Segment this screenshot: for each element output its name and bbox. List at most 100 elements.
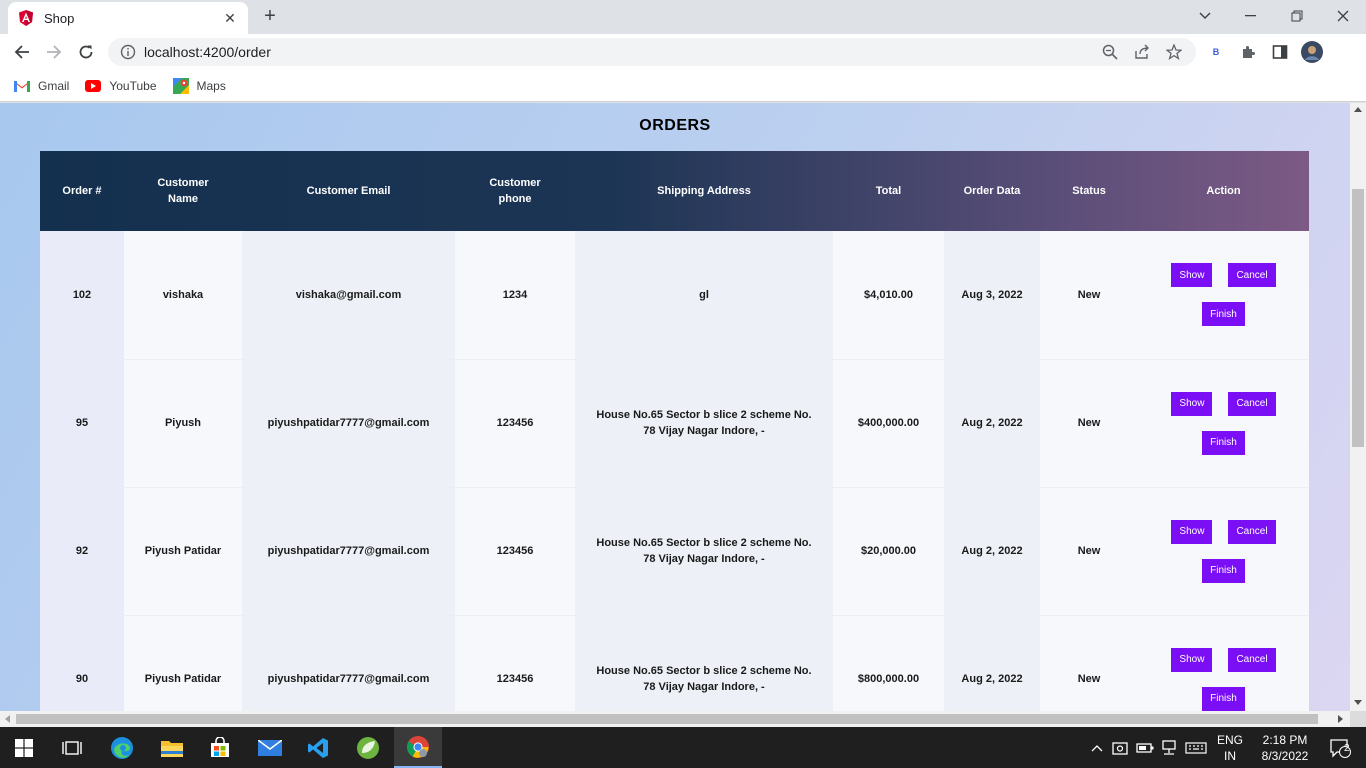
tab-close-icon[interactable]: ✕ [222,10,238,27]
customer-phone: 123456 [455,359,575,488]
site-info-icon[interactable] [120,44,136,60]
network-camera-icon[interactable] [1110,727,1132,768]
show-button[interactable]: Show [1171,391,1213,416]
clock-time: 2:18 PM [1262,732,1308,747]
youtube-icon [85,79,102,92]
customer-phone: 123456 [455,487,575,616]
customer-name: vishaka [124,231,242,360]
customer-email: vishaka@gmail.com [242,231,455,360]
order-status: New [1040,487,1138,616]
angular-icon [19,10,33,26]
order-total: $4,010.00 [833,231,944,360]
wired-network-icon[interactable] [1158,727,1180,768]
order-status: New [1040,615,1138,711]
clock[interactable]: 2:18 PM 8/3/2022 [1252,727,1318,768]
order-date: Aug 3, 2022 [944,231,1040,360]
finish-button[interactable]: Finish [1202,430,1245,455]
show-button[interactable]: Show [1171,647,1213,672]
order-status: New [1040,359,1138,488]
customer-name: Piyush [124,359,242,488]
language-indicator[interactable]: ENG IN [1212,727,1248,768]
vscode-icon[interactable] [294,727,342,768]
column-header: Order # [62,185,102,197]
store-icon[interactable] [196,727,244,768]
bookmark-label: YouTube [109,78,157,93]
window-close-icon[interactable] [1320,0,1366,32]
reload-icon[interactable] [74,40,98,64]
profile-avatar[interactable] [1300,40,1324,64]
url-text: localhost:4200/order [144,44,271,60]
cancel-button[interactable]: Cancel [1228,519,1276,544]
vertical-scroll-thumb[interactable] [1352,189,1364,447]
mail-icon[interactable] [246,727,294,768]
vertical-scrollbar[interactable] [1350,103,1366,711]
tab-search-icon[interactable] [1182,0,1228,32]
customer-email: piyushpatidar7777@gmail.com [242,615,455,711]
maps-icon [172,77,189,94]
extension-b-icon[interactable]: B [1204,40,1228,64]
address-bar[interactable]: localhost:4200/order [108,38,1196,66]
bookmark-maps[interactable]: Maps [172,77,226,94]
task-view-icon[interactable] [48,727,96,768]
battery-icon[interactable] [1134,727,1156,768]
bookmark-youtube[interactable]: YouTube [85,78,157,93]
column-header: Action [1206,185,1241,197]
show-button[interactable]: Show [1171,519,1213,544]
share-icon[interactable] [1134,38,1150,66]
customer-name: Piyush Patidar [124,615,242,711]
shipping-address: gl [575,231,833,360]
order-actions: Show Cancel Finish [1138,487,1309,616]
horizontal-scroll-thumb[interactable] [16,714,1318,724]
order-id: 92 [40,487,124,616]
finish-button[interactable]: Finish [1202,558,1245,583]
bookmark-label: Gmail [38,78,70,93]
scroll-down-icon[interactable] [1354,700,1362,705]
order-date: Aug 2, 2022 [944,615,1040,711]
finish-button[interactable]: Finish [1202,302,1245,327]
order-date: Aug 2, 2022 [944,487,1040,616]
cancel-button[interactable]: Cancel [1228,647,1276,672]
forward-icon[interactable] [42,40,66,64]
orders-table: Order # Customer Name Customer Email Cus… [40,151,1309,711]
side-panel-icon[interactable] [1268,40,1292,64]
shipping-address: House No.65 Sector b slice 2 scheme No. … [575,615,833,711]
shipping-address: House No.65 Sector b slice 2 scheme No. … [575,487,833,616]
cancel-button[interactable]: Cancel [1228,391,1276,416]
finish-button[interactable]: Finish [1202,686,1245,711]
edge-icon[interactable] [98,727,146,768]
keyboard-icon[interactable] [1183,727,1209,768]
customer-email: piyushpatidar7777@gmail.com [242,359,455,488]
chrome-icon[interactable] [394,727,442,768]
cancel-button[interactable]: Cancel [1228,263,1276,288]
restore-icon[interactable] [1274,0,1320,32]
scroll-up-icon[interactable] [1354,107,1362,112]
show-button[interactable]: Show [1171,263,1213,288]
windows-start-icon[interactable] [0,727,48,768]
scrollbar-corner [1350,711,1366,727]
column-header: Order Data [963,185,1021,197]
new-tab-icon[interactable]: + [260,6,280,26]
browser-tab[interactable]: Shop ✕ [8,2,248,34]
bookmark-gmail[interactable]: Gmail [14,79,69,93]
minimize-icon[interactable] [1228,0,1274,32]
horizontal-scrollbar[interactable] [0,711,1350,727]
column-header: Customer Name [157,177,209,205]
shipping-address: House No.65 Sector b slice 2 scheme No. … [575,359,833,488]
extensions-puzzle-icon[interactable] [1236,40,1260,64]
zoom-icon[interactable] [1102,38,1118,66]
notification-center-icon[interactable]: 2 [1320,727,1360,768]
scroll-left-icon[interactable] [5,715,10,723]
tray-overflow-icon[interactable] [1088,727,1106,768]
table-row: 95 Piyush piyushpatidar7777@gmail.com 12… [40,359,1309,488]
customer-phone: 1234 [455,231,575,360]
scroll-right-icon[interactable] [1338,715,1343,723]
bookmark-star-icon[interactable] [1166,38,1182,66]
region-code: IN [1224,748,1236,763]
customer-phone: 123456 [455,615,575,711]
gmail-icon [14,80,30,92]
spring-tool-icon[interactable] [344,727,392,768]
tab-strip: Shop ✕ + [0,0,1366,34]
back-icon[interactable] [10,40,34,64]
file-explorer-icon[interactable] [148,727,196,768]
table-row: 92 Piyush Patidar piyushpatidar7777@gmai… [40,487,1309,616]
